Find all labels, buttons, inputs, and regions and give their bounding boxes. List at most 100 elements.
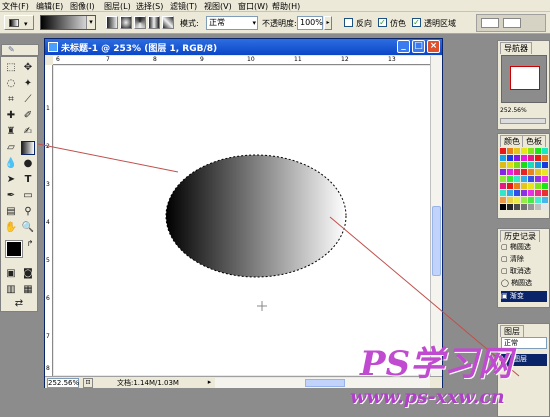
shape-tool-icon[interactable]: ▭	[21, 189, 35, 203]
color-swatch[interactable]	[507, 204, 513, 210]
notes-tool-icon[interactable]: ▤	[4, 205, 18, 219]
reverse-checkbox[interactable]	[344, 18, 353, 27]
slice-tool-icon[interactable]: ⟋	[21, 93, 35, 107]
color-swatch[interactable]	[514, 155, 520, 161]
color-swatch[interactable]	[535, 148, 541, 154]
history-item-active[interactable]: ▣ 渐变	[501, 291, 547, 302]
menu-select[interactable]: 选择(S)	[136, 1, 163, 12]
color-swatch[interactable]	[514, 176, 520, 182]
color-swatch[interactable]	[521, 183, 527, 189]
menu-file[interactable]: 文件(F)	[2, 1, 29, 12]
chevron-right-icon[interactable]: ▸	[205, 378, 214, 388]
color-swatch[interactable]	[542, 155, 548, 161]
palette-well[interactable]	[476, 14, 546, 32]
history-item[interactable]: ▢ 取消选	[501, 266, 547, 277]
reflected-gradient-button[interactable]	[148, 16, 160, 29]
color-swatch[interactable]	[528, 190, 534, 196]
menu-view[interactable]: 视图(V)	[204, 1, 232, 12]
gradient-picker[interactable]: ▾	[40, 15, 96, 30]
color-swatch[interactable]	[542, 148, 548, 154]
tab-navigator[interactable]: 导航器	[500, 42, 532, 54]
canvas[interactable]	[54, 66, 430, 375]
brush-tool-icon[interactable]: ✐	[21, 109, 35, 123]
status-icon[interactable]: ⊡	[83, 378, 93, 388]
color-swatch[interactable]	[521, 176, 527, 182]
marquee-tool-icon[interactable]: ⬚	[4, 61, 18, 75]
swatch-grid[interactable]	[500, 148, 548, 216]
color-swatch[interactable]	[528, 148, 534, 154]
color-swatch[interactable]	[528, 155, 534, 161]
standard-mode-icon[interactable]: ▣	[4, 267, 18, 281]
eyedropper-icon[interactable]: ⚲	[21, 205, 35, 219]
history-item[interactable]: ▢ 清除	[501, 254, 547, 265]
color-swatch[interactable]	[521, 204, 527, 210]
eraser-tool-icon[interactable]: ▱	[4, 141, 18, 155]
diamond-gradient-button[interactable]	[162, 16, 174, 29]
color-swatch[interactable]	[542, 162, 548, 168]
vertical-scroll-thumb[interactable]	[432, 206, 441, 276]
color-swatch[interactable]	[521, 148, 527, 154]
color-swatch[interactable]	[514, 162, 520, 168]
color-swatch[interactable]	[514, 197, 520, 203]
color-swatch[interactable]	[514, 183, 520, 189]
blur-tool-icon[interactable]: 💧	[4, 157, 18, 171]
color-swatch[interactable]	[535, 197, 541, 203]
color-swatch[interactable]	[507, 183, 513, 189]
pen-tool-icon[interactable]: ✒	[4, 189, 18, 203]
color-swatch[interactable]	[542, 176, 548, 182]
tab-color[interactable]: 颜色	[500, 135, 524, 147]
tab-history[interactable]: 历史记录	[500, 230, 540, 242]
color-swatch[interactable]	[507, 162, 513, 168]
color-swatch[interactable]	[528, 176, 534, 182]
zoom-tool-icon[interactable]: 🔍	[21, 221, 35, 235]
color-swatch[interactable]	[521, 162, 527, 168]
navigator-zoom-slider[interactable]	[500, 118, 546, 124]
color-swatch[interactable]	[535, 176, 541, 182]
color-swatch[interactable]	[514, 204, 520, 210]
close-button[interactable]: ×	[427, 40, 440, 53]
clone-stamp-icon[interactable]: ♜	[4, 125, 18, 139]
lasso-tool-icon[interactable]: ◌	[4, 77, 18, 91]
gradient-tool-icon[interactable]	[21, 141, 35, 155]
color-swatch[interactable]	[535, 155, 541, 161]
color-swatch[interactable]	[521, 190, 527, 196]
color-swatch[interactable]	[542, 197, 548, 203]
color-swatch[interactable]	[528, 169, 534, 175]
color-swatch[interactable]	[514, 148, 520, 154]
history-brush-icon[interactable]: ✍	[21, 125, 35, 139]
crop-tool-icon[interactable]: ⌗	[4, 93, 18, 107]
opacity-slider-button[interactable]: ▸	[324, 16, 332, 30]
color-swatch[interactable]	[507, 190, 513, 196]
screen-mode-icon[interactable]: ▥	[4, 283, 18, 297]
color-swatch[interactable]	[521, 155, 527, 161]
history-item[interactable]: ◯ 椭圆选	[501, 278, 547, 289]
menu-image[interactable]: 图像(I)	[70, 1, 95, 12]
menu-help[interactable]: 帮助(H)	[272, 1, 300, 12]
path-selection-icon[interactable]: ➤	[4, 173, 18, 187]
color-swatch[interactable]	[528, 204, 534, 210]
color-swatch[interactable]	[542, 169, 548, 175]
document-titlebar[interactable]: 未标题-1 @ 253% (图层 1, RGB/8) _ □ ×	[45, 39, 442, 55]
linear-gradient-button[interactable]	[106, 16, 118, 29]
color-swatch[interactable]	[542, 190, 548, 196]
vertical-scrollbar[interactable]	[430, 56, 442, 377]
horizontal-scroll-thumb[interactable]	[305, 379, 345, 387]
angle-gradient-button[interactable]	[134, 16, 146, 29]
color-swatch[interactable]	[528, 183, 534, 189]
hand-tool-icon[interactable]: ✋	[4, 221, 18, 235]
color-swatch[interactable]	[500, 148, 506, 154]
color-swatch[interactable]	[507, 176, 513, 182]
dither-checkbox[interactable]: ✓	[378, 18, 387, 27]
swap-colors-icon[interactable]: ↱	[23, 237, 37, 251]
maximize-button[interactable]: □	[412, 40, 425, 53]
menu-layer[interactable]: 图层(L)	[104, 1, 131, 12]
magic-wand-icon[interactable]: ✦	[21, 77, 35, 91]
color-swatch[interactable]	[542, 204, 548, 210]
opacity-input[interactable]: 100%	[297, 16, 323, 30]
color-swatch[interactable]	[500, 204, 506, 210]
menu-edit[interactable]: 编辑(E)	[36, 1, 63, 12]
color-swatch[interactable]	[535, 204, 541, 210]
color-swatch[interactable]	[535, 162, 541, 168]
jump-to-imageready-icon[interactable]: ⇄	[12, 297, 26, 311]
color-swatch[interactable]	[507, 169, 513, 175]
